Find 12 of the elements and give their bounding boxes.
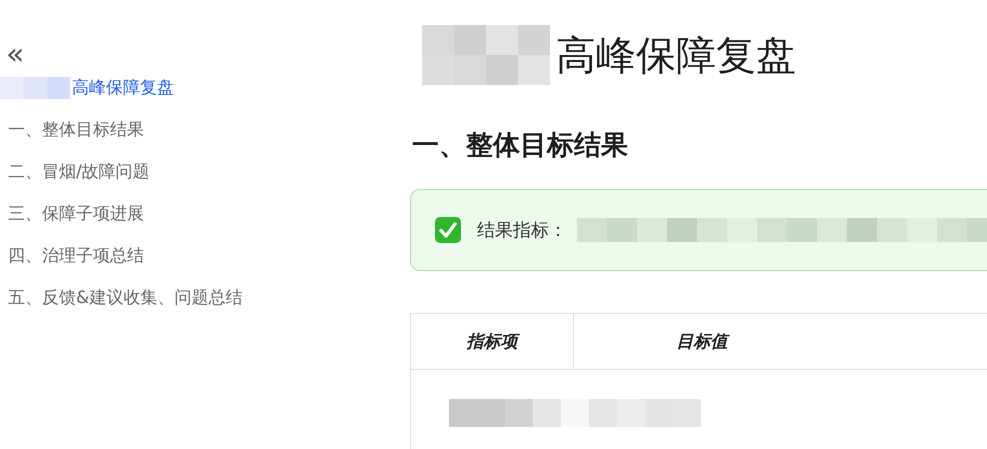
outline-item[interactable]: 二、冒烟/故障问题 (8, 160, 150, 183)
outline-item[interactable]: 四、治理子项总结 (8, 244, 144, 267)
document-title: 高峰保障复盘 (556, 32, 796, 80)
outline-item[interactable]: 三、保障子项进展 (8, 202, 144, 225)
section-heading: 一、整体目标结果 (412, 129, 629, 163)
outline-item[interactable]: 高峰保障复盘 (72, 76, 174, 99)
outline-item[interactable]: 五、反馈&建议收集、问题总结 (8, 286, 242, 309)
outline-item[interactable]: 一、整体目标结果 (8, 118, 144, 141)
callout-label: 结果指标： (477, 219, 567, 242)
column-header: 目标值 (574, 314, 987, 369)
collapse-icon[interactable]: « (6, 38, 24, 72)
column-header: 指标项 (411, 314, 574, 369)
